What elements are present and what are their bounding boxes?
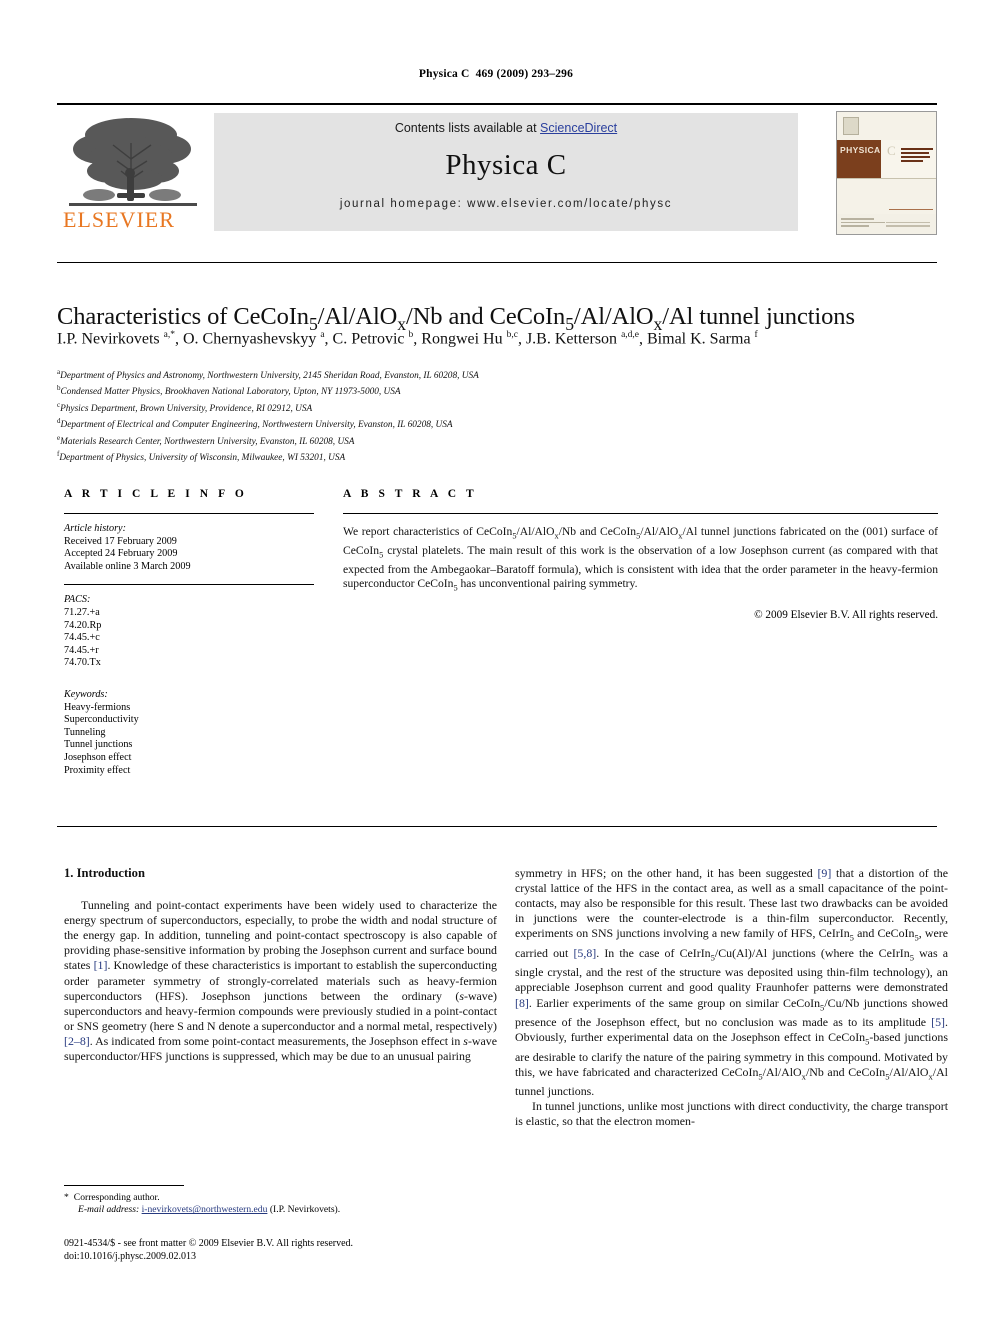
pacs-item: 74.45.+c xyxy=(64,632,100,644)
keyword-item: Tunnel junctions xyxy=(64,739,133,751)
cover-logo-box xyxy=(843,117,859,135)
affiliation-text: Physics Department, Brown University, Pr… xyxy=(60,403,313,414)
affiliation-text: Materials Research Center, Northwestern … xyxy=(60,436,355,447)
running-head: Physica C 469 (2009) 293–296 xyxy=(0,68,992,80)
section-heading-introduction: 1. Introduction xyxy=(64,866,145,880)
sciencedirect-link[interactable]: ScienceDirect xyxy=(540,121,617,135)
paragraph: Tunneling and point-contact experiments … xyxy=(64,898,498,1064)
footnote-divider xyxy=(64,1185,184,1186)
publisher-imprint: 0921-4534/$ - see front matter © 2009 El… xyxy=(64,1237,534,1263)
keywords-block: Keywords: Heavy-fermions Superconductivi… xyxy=(64,689,314,777)
abstract-column: A B S T R A C T We report characteristic… xyxy=(343,488,938,621)
affiliation-text: Department of Physics, University of Wis… xyxy=(59,453,346,464)
footnote-line: * Corresponding author. xyxy=(64,1192,497,1204)
affiliation-text: Condensed Matter Physics, Brookhaven Nat… xyxy=(60,387,401,398)
contents-prefix: Contents lists available at xyxy=(394,121,541,135)
article-history-item: Accepted 24 February 2009 xyxy=(64,548,178,560)
elsevier-wordmark: ELSEVIER xyxy=(63,207,175,232)
footnote-email-line: E-mail address: i-nevirkovets@northweste… xyxy=(64,1204,497,1216)
affiliation-list: aDepartment of Physics and Astronomy, No… xyxy=(57,366,757,464)
imprint-front-matter: 0921-4534/$ - see front matter © 2009 El… xyxy=(64,1238,354,1249)
pacs-item: 74.45.+r xyxy=(64,644,99,656)
article-info-divider xyxy=(64,513,314,514)
body-divider xyxy=(57,826,937,827)
author-list: I.P. Nevirkovets a,*, O. Chernyashevskyy… xyxy=(57,330,758,348)
article-page: Physica C 469 (2009) 293–296 ELSEVIER Co… xyxy=(0,0,992,1323)
pacs-item: 74.70.Tx xyxy=(64,657,101,669)
running-head-volume: 469 (2009) 293–296 xyxy=(475,68,574,80)
asterisk-icon: * xyxy=(64,1192,69,1203)
journal-masthead: ELSEVIER Contents lists available at Sci… xyxy=(57,103,937,235)
journal-title: Physica C xyxy=(445,149,567,181)
pacs-item: 71.27.+a xyxy=(64,606,100,618)
article-history-item: Received 17 February 2009 xyxy=(64,535,177,547)
affiliation-item: bCondensed Matter Physics, Brookhaven Na… xyxy=(57,382,757,398)
body-column-left: 1. Introduction Tunneling and point-cont… xyxy=(64,866,497,1064)
abstract-copyright: © 2009 Elsevier B.V. All rights reserved… xyxy=(754,609,938,622)
corresponding-author-footnote: * Corresponding author. E-mail address: i… xyxy=(64,1185,497,1217)
affiliation-text: Department of Physics and Astronomy, Nor… xyxy=(60,371,479,382)
affiliation-item: cPhysics Department, Brown University, P… xyxy=(57,399,757,415)
keyword-item: Josephson effect xyxy=(64,751,132,763)
cover-subtitle-lines xyxy=(901,148,933,164)
email-owner-name: (I.P. Nevirkovets). xyxy=(269,1204,341,1216)
email-address-label: E-mail address: xyxy=(78,1204,140,1216)
elsevier-logo: ELSEVIER xyxy=(59,113,209,233)
title-divider xyxy=(57,262,937,263)
article-history-block: Article history: Received 17 February 20… xyxy=(64,523,314,573)
body-column-right: symmetry in HFS; on the other hand, it h… xyxy=(515,866,948,1129)
pacs-item: 74.20.Rp xyxy=(64,619,102,631)
affiliation-item: aDepartment of Physics and Astronomy, No… xyxy=(57,366,757,382)
corresponding-author-email-link[interactable]: i-nevirkovets@northwestern.edu xyxy=(142,1204,268,1215)
corresponding-author-label: Corresponding author. xyxy=(73,1192,160,1203)
paragraph: symmetry in HFS; on the other hand, it h… xyxy=(515,866,948,1099)
article-history-label: Article history: xyxy=(64,523,126,534)
running-head-journal: Physica C xyxy=(418,68,470,80)
contents-available-line: Contents lists available at ScienceDirec… xyxy=(395,121,617,135)
cover-footer-right xyxy=(886,221,930,229)
article-history-item: Available online 3 March 2009 xyxy=(64,560,191,572)
keyword-item: Tunneling xyxy=(64,726,106,738)
affiliation-item: dDepartment of Electrical and Computer E… xyxy=(57,415,757,431)
article-info-column: A R T I C L E I N F O Article history: R… xyxy=(64,488,314,777)
cover-brand-text: PHYSICA xyxy=(840,145,881,155)
keyword-item: Proximity effect xyxy=(64,764,131,776)
keyword-item: Superconductivity xyxy=(64,714,139,726)
paragraph: In tunnel junctions, unlike most junctio… xyxy=(515,1099,948,1129)
journal-cover-thumbnail: PHYSICA C xyxy=(836,111,937,235)
cover-volume-letter: C xyxy=(887,143,896,158)
imprint-doi: doi:10.1016/j.physc.2009.02.013 xyxy=(64,1251,196,1262)
journal-homepage-line[interactable]: journal homepage: www.elsevier.com/locat… xyxy=(340,198,672,210)
article-info-heading: A R T I C L E I N F O xyxy=(64,488,248,500)
masthead-center-panel: Contents lists available at ScienceDirec… xyxy=(214,113,798,231)
keywords-label: Keywords: xyxy=(64,688,108,700)
abstract-text: We report characteristics of CeCoIn5/Al/… xyxy=(343,525,939,593)
affiliation-item: fDepartment of Physics, University of Wi… xyxy=(57,448,757,464)
pacs-divider xyxy=(64,584,314,586)
pacs-block: PACS: 71.27.+a 74.20.Rp 74.45.+c 74.45.+… xyxy=(64,594,314,670)
keyword-item: Heavy-fermions xyxy=(64,701,131,713)
abstract-divider xyxy=(343,513,938,514)
elsevier-tree-icon xyxy=(69,118,197,206)
affiliation-item: eMaterials Research Center, Northwestern… xyxy=(57,432,757,448)
abstract-heading: A B S T R A C T xyxy=(343,488,478,500)
affiliation-text: Department of Electrical and Computer En… xyxy=(60,420,453,431)
pacs-label: PACS: xyxy=(64,594,91,606)
